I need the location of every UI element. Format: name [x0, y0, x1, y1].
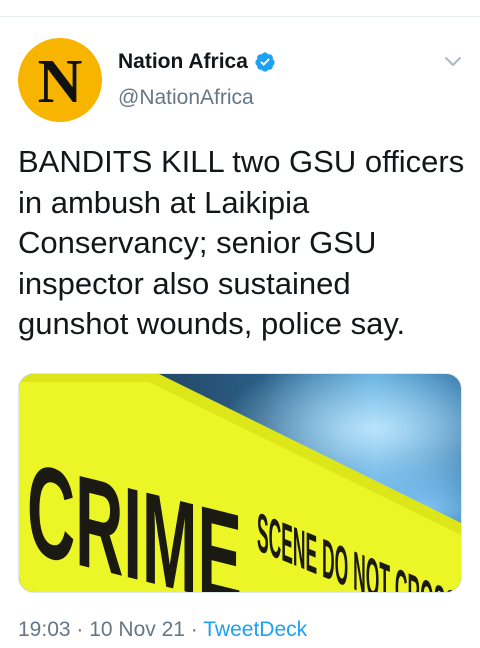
crime-scene-tape-image: CRIME SCENE DO NOT CROSS	[19, 374, 461, 592]
tweet-source-link[interactable]: TweetDeck	[203, 618, 307, 641]
verified-badge-icon	[255, 52, 275, 72]
tweet-text: BANDITS KILL two GSU officers in ambush …	[18, 144, 465, 341]
tweet-meta: 19:03 · 10 Nov 21 · TweetDeck	[18, 618, 307, 642]
avatar[interactable]: N	[18, 38, 102, 122]
avatar-letter: N	[37, 48, 83, 116]
meta-separator: ·	[70, 618, 90, 641]
tweet-date[interactable]: 10 Nov 21	[89, 618, 185, 641]
tweet-media-image[interactable]: CRIME SCENE DO NOT CROSS	[18, 373, 462, 593]
display-name[interactable]: Nation Africa	[118, 50, 248, 74]
meta-separator: ·	[184, 618, 204, 641]
top-divider	[0, 16, 480, 17]
author-handle[interactable]: @NationAfrica	[118, 86, 254, 110]
tweet-time[interactable]: 19:03	[18, 618, 71, 641]
author-name-row[interactable]: Nation Africa	[118, 50, 276, 74]
chevron-down-icon[interactable]	[442, 54, 464, 70]
